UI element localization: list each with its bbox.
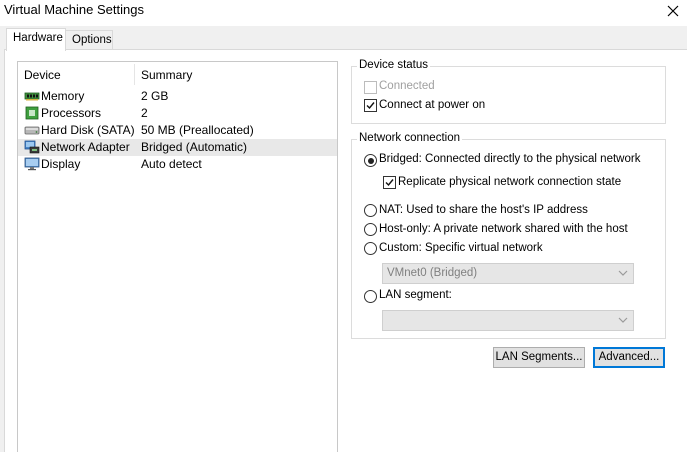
custom-label: Custom: Specific virtual network: [379, 242, 543, 254]
lan-segment-label: LAN segment:: [379, 289, 452, 301]
replicate-checkbox[interactable]: [383, 176, 396, 189]
chevron-down-icon: [618, 270, 628, 276]
device-list-header: Device Summary: [18, 62, 337, 87]
device-summary: Bridged (Automatic): [141, 140, 248, 154]
network-connection-group: Network connection Bridged: Connected di…: [351, 132, 666, 339]
custom-radio[interactable]: [364, 242, 377, 255]
tab-strip: Hardware Options: [0, 26, 687, 51]
close-button[interactable]: [659, 0, 687, 22]
host-only-radio[interactable]: [364, 223, 377, 236]
radio-dot: [367, 157, 374, 164]
connected-label: Connected: [379, 80, 435, 92]
device-row-memory[interactable]: Memory 2 GB: [18, 88, 337, 105]
lan-segments-button[interactable]: LAN Segments...: [493, 347, 585, 368]
hard-disk-icon: [24, 126, 40, 135]
device-row-processors[interactable]: Processors 2: [18, 105, 337, 122]
connect-at-power-on-checkbox[interactable]: [364, 99, 377, 112]
device-name: Memory: [41, 89, 85, 103]
memory-icon: [24, 92, 40, 101]
device-status-group: Device status Connected Connect at power…: [351, 59, 666, 124]
tab-hardware-label: Hardware: [13, 32, 63, 44]
custom-network-select[interactable]: VMnet0 (Bridged): [382, 263, 634, 284]
device-summary: 2: [141, 106, 148, 120]
replicate-label: Replicate physical network connection st…: [398, 176, 622, 188]
device-summary: 2 GB: [141, 89, 169, 103]
device-list[interactable]: Device Summary Memory 2 GB Processors 2 …: [17, 61, 338, 452]
title-bar: Virtual Machine Settings: [0, 0, 687, 26]
nat-radio[interactable]: [364, 204, 377, 217]
column-header-device[interactable]: Device: [24, 68, 61, 82]
device-row-display[interactable]: Display Auto detect: [18, 156, 337, 173]
device-row-hard-disk[interactable]: Hard Disk (SATA) 50 MB (Preallocated): [18, 122, 337, 139]
connected-checkbox[interactable]: [364, 81, 377, 94]
device-name: Processors: [41, 106, 102, 120]
host-only-label: Host-only: A private network shared with…: [379, 223, 628, 235]
connect-at-power-on-label: Connect at power on: [379, 99, 486, 111]
nat-label: NAT: Used to share the host's IP address: [379, 204, 588, 216]
device-summary: 50 MB (Preallocated): [141, 123, 254, 137]
window-title: Virtual Machine Settings: [4, 2, 144, 17]
device-summary: Auto detect: [141, 157, 202, 171]
lan-segment-radio[interactable]: [364, 290, 377, 303]
checkmark-icon: [385, 179, 394, 187]
network-connection-title: Network connection: [357, 132, 462, 144]
device-name: Display: [41, 157, 81, 171]
column-header-summary[interactable]: Summary: [141, 68, 192, 82]
advanced-button[interactable]: Advanced...: [593, 347, 665, 368]
bridged-radio[interactable]: [364, 154, 377, 167]
lan-segment-select[interactable]: [382, 310, 634, 331]
custom-network-value: VMnet0 (Bridged): [387, 267, 478, 279]
tab-hardware[interactable]: Hardware: [6, 28, 66, 51]
checkmark-icon: [366, 102, 375, 110]
tab-options-label: Options: [72, 34, 112, 46]
chevron-down-icon: [618, 317, 628, 323]
processor-icon: [25, 106, 39, 120]
display-icon: [24, 157, 40, 171]
device-name: Hard Disk (SATA): [41, 123, 135, 137]
tab-options[interactable]: Options: [65, 30, 113, 50]
close-icon: [667, 5, 679, 17]
device-name: Network Adapter: [41, 140, 130, 154]
column-separator[interactable]: [134, 64, 135, 85]
device-status-title: Device status: [357, 59, 431, 71]
bridged-label: Bridged: Connected directly to the physi…: [379, 153, 641, 165]
device-row-network-adapter[interactable]: Network Adapter Bridged (Automatic): [18, 139, 337, 156]
network-adapter-icon: [24, 140, 40, 154]
